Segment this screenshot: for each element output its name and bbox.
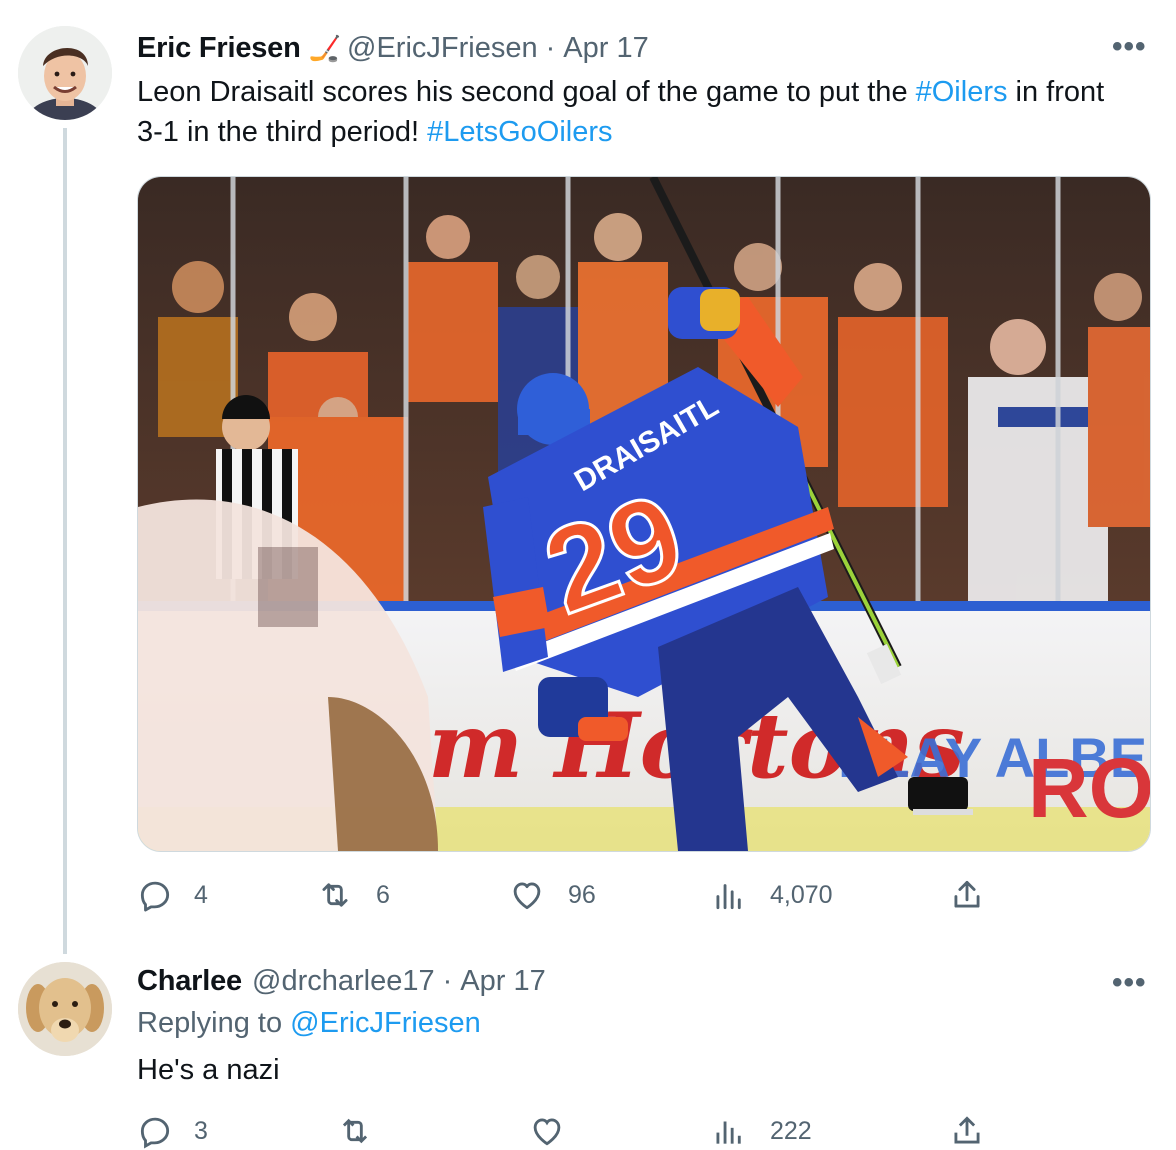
hockey-celebration-illustration: m Hortons PLAY ALBERTA ROGERS	[138, 177, 1150, 851]
reply-action[interactable]: 4	[136, 876, 208, 914]
retweet-icon	[342, 1118, 368, 1144]
view-count: 4,070	[770, 880, 833, 909]
tweet-photo[interactable]: m Hortons PLAY ALBERTA ROGERS	[137, 176, 1151, 852]
author-handle[interactable]: @EricJFriesen	[347, 32, 538, 65]
reply-retweet-action[interactable]	[336, 1112, 374, 1150]
retweet-icon	[322, 883, 348, 907]
author-name[interactable]: Eric Friesen	[137, 32, 301, 65]
share-icon	[954, 1116, 980, 1144]
hockey-stick-icon: 🏒	[308, 32, 342, 63]
more-options-icon[interactable]: •••	[1112, 30, 1147, 64]
reply-icon	[140, 881, 170, 912]
reply-date[interactable]: Apr 17	[460, 965, 545, 998]
like-count: 96	[568, 880, 596, 909]
reply-header: Charlee @drcharlee17 · Apr 17	[137, 961, 546, 1001]
views-action[interactable]: 4,070	[710, 876, 833, 914]
reply-views-action[interactable]: 222	[710, 1112, 812, 1150]
replying-to-label: Replying to	[137, 1007, 291, 1039]
like-action[interactable]: 96	[508, 876, 596, 914]
tweet-date[interactable]: Apr 17	[563, 32, 648, 65]
reply-share-action[interactable]	[948, 1112, 986, 1150]
reply-reply-count: 3	[194, 1116, 208, 1145]
thread-connector	[63, 128, 67, 954]
hashtag-letsgooilers[interactable]: #LetsGoOilers	[427, 116, 612, 148]
reply-like-action[interactable]	[528, 1112, 566, 1150]
reply-author-name[interactable]: Charlee	[137, 965, 242, 998]
hashtag-oilers[interactable]: #Oilers	[916, 76, 1008, 108]
reply-count: 4	[194, 880, 208, 909]
reply-reply-action[interactable]: 3	[136, 1112, 208, 1150]
tweet-text: Leon Draisaitl scores his second goal of…	[137, 72, 1137, 152]
heart-icon	[533, 1118, 561, 1146]
analytics-icon	[716, 1121, 741, 1144]
reply-icon	[140, 1117, 170, 1149]
reply-author-avatar[interactable]	[18, 962, 112, 1056]
retweet-action[interactable]: 6	[316, 876, 390, 914]
share-action[interactable]	[948, 876, 986, 914]
replying-to-line: Replying to @EricJFriesen	[137, 1007, 481, 1040]
meta-separator: ·	[442, 964, 453, 997]
tweet-header: Eric Friesen 🏒 @EricJFriesen · Apr 17	[137, 28, 649, 68]
board-ad-rogers: ROGERS	[1028, 741, 1150, 835]
meta-separator: ·	[545, 31, 556, 64]
analytics-icon	[716, 884, 741, 910]
share-icon	[954, 880, 980, 908]
retweet-count: 6	[376, 880, 390, 909]
reply-author-handle[interactable]: @drcharlee17	[252, 965, 435, 998]
reply-view-count: 222	[770, 1116, 812, 1145]
replying-to-handle[interactable]: @EricJFriesen	[290, 1007, 481, 1039]
author-avatar[interactable]	[18, 26, 112, 120]
heart-icon	[513, 882, 541, 910]
reply-more-options-icon[interactable]: •••	[1112, 966, 1147, 1000]
reply-text: He's a nazi	[137, 1054, 280, 1086]
tweet-text-part: Leon Draisaitl scores his second goal of…	[137, 76, 916, 108]
